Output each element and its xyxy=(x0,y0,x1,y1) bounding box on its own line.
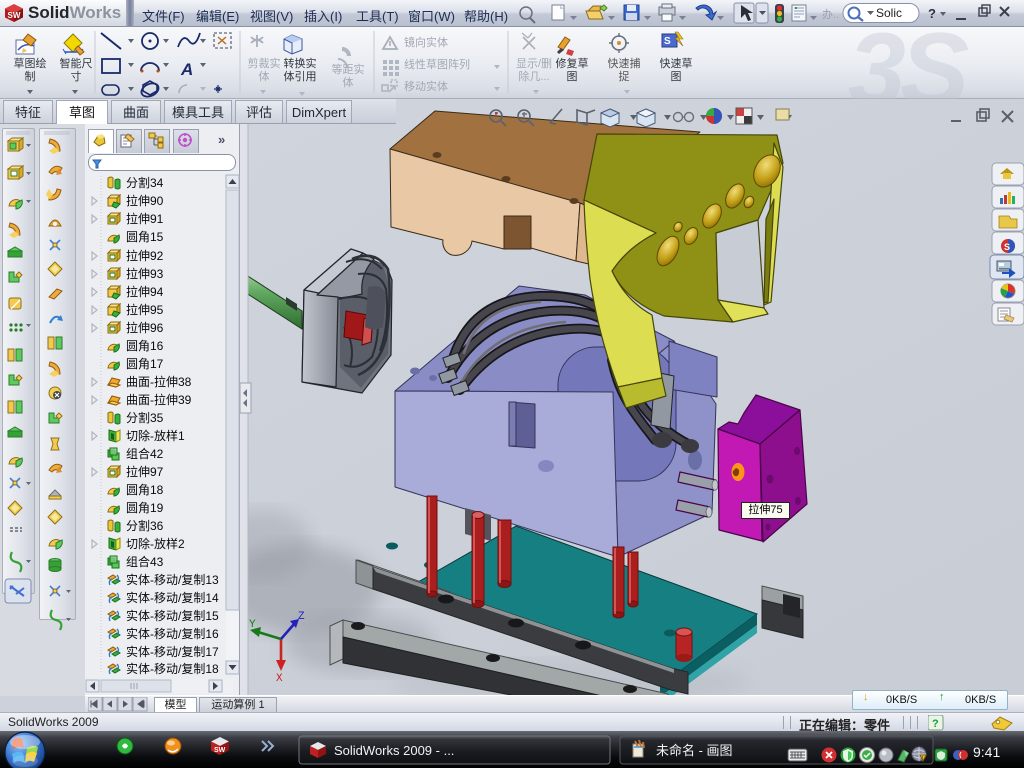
svg-text:SW: SW xyxy=(8,11,21,20)
svg-text:Y: Y xyxy=(249,619,256,631)
svg-text:9:41: 9:41 xyxy=(973,744,1000,760)
svg-text:圆角17: 圆角17 xyxy=(126,357,164,371)
svg-text:分割34: 分割34 xyxy=(126,175,164,190)
svg-text:拉伸93: 拉伸93 xyxy=(126,266,164,281)
svg-text:实体-移动/复制14: 实体-移动/复制14 xyxy=(126,590,219,605)
svg-text:拉伸92: 拉伸92 xyxy=(126,248,164,263)
svg-text:S: S xyxy=(664,36,671,47)
svg-text:拉伸91: 拉伸91 xyxy=(126,211,164,226)
svg-text:实体-移动/复制17: 实体-移动/复制17 xyxy=(126,644,219,659)
svg-text:Z: Z xyxy=(298,611,305,623)
svg-text:实体-移动/复制16: 实体-移动/复制16 xyxy=(126,626,219,641)
svg-text:圆角18: 圆角18 xyxy=(126,483,164,497)
svg-text:实体-移动/复制15: 实体-移动/复制15 xyxy=(126,608,219,623)
svg-text:拉伸90: 拉伸90 xyxy=(126,193,164,208)
svg-text:分割35: 分割35 xyxy=(126,410,164,425)
svg-text:X: X xyxy=(276,673,283,685)
svg-text:组合43: 组合43 xyxy=(126,554,164,569)
svg-text:SW: SW xyxy=(214,747,226,754)
svg-text:拉伸96: 拉伸96 xyxy=(126,320,164,335)
svg-text:切除-放样1: 切除-放样1 xyxy=(126,428,185,443)
svg-text:圆角16: 圆角16 xyxy=(126,339,164,353)
svg-text:?: ? xyxy=(932,718,939,730)
svg-text:曲面-拉伸38: 曲面-拉伸38 xyxy=(126,374,192,389)
svg-text:办..: 办.. xyxy=(822,8,839,21)
svg-text:实体-移动/复制18: 实体-移动/复制18 xyxy=(126,661,219,676)
svg-text:拉伸95: 拉伸95 xyxy=(126,302,164,317)
svg-text:实体-移动/复制13: 实体-移动/复制13 xyxy=(126,572,219,587)
svg-text:曲面-拉伸39: 曲面-拉伸39 xyxy=(126,392,192,407)
svg-text:拉伸94: 拉伸94 xyxy=(126,284,164,299)
svg-text:S: S xyxy=(1004,242,1010,252)
svg-text:!: ! xyxy=(922,756,923,762)
svg-text:拉伸97: 拉伸97 xyxy=(126,464,164,479)
svg-text:未命名 - 画图: 未命名 - 画图 xyxy=(656,743,733,758)
svg-text:圆角15: 圆角15 xyxy=(126,230,164,244)
svg-text:圆角19: 圆角19 xyxy=(126,501,164,515)
svg-text:A: A xyxy=(180,60,193,79)
svg-text:切除-放样2: 切除-放样2 xyxy=(126,536,185,551)
svg-text:分割36: 分割36 xyxy=(126,518,164,533)
svg-text:SolidWorks 2009 - ...: SolidWorks 2009 - ... xyxy=(334,743,454,758)
svg-text:组合42: 组合42 xyxy=(126,446,164,461)
